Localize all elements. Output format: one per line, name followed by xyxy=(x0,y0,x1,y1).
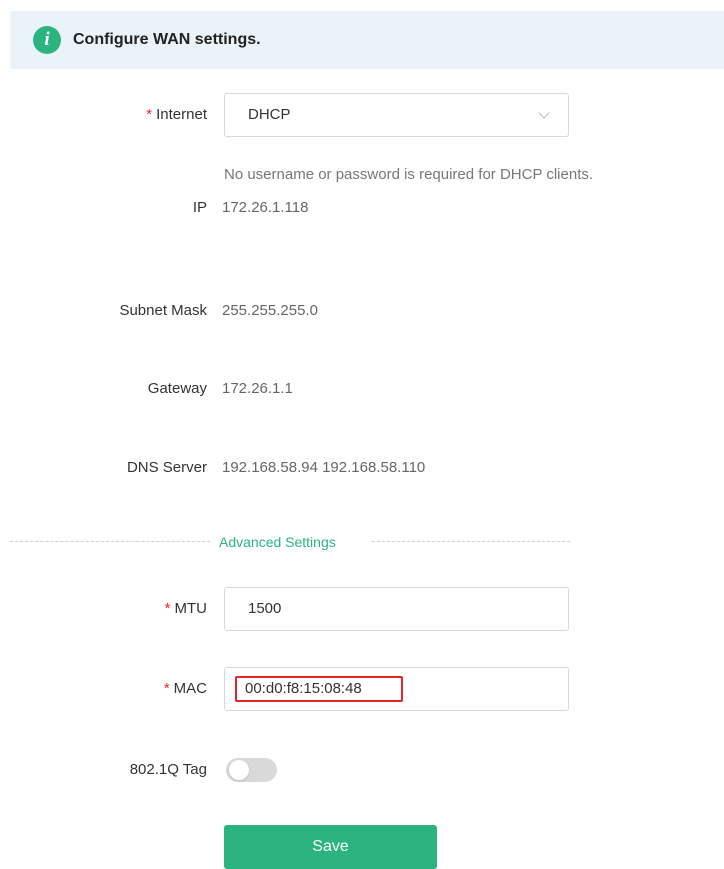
mac-label: * MAC xyxy=(163,680,207,697)
mtu-input-value: 1500 xyxy=(248,600,282,617)
dns-row: DNS Server 192.168.58.94 192.168.58.110 xyxy=(0,446,724,490)
info-banner: i Configure WAN settings. xyxy=(10,11,724,69)
internet-row: * Internet DHCP xyxy=(0,93,724,137)
internet-select-value: DHCP xyxy=(248,106,291,123)
ip-value: 172.26.1.118 xyxy=(222,199,309,216)
divider-line-right xyxy=(372,541,570,542)
dns-server-label: DNS Server xyxy=(126,459,207,476)
subnet-mask-label: Subnet Mask xyxy=(119,302,207,319)
gateway-row: Gateway 172.26.1.1 xyxy=(0,367,724,411)
ip-label: IP xyxy=(192,199,207,216)
mtu-label: * MTU xyxy=(164,600,207,617)
divider-line-left xyxy=(10,541,210,542)
mtu-row: * MTU 1500 xyxy=(0,587,724,631)
mtu-input[interactable]: 1500 xyxy=(224,587,569,631)
advanced-settings-divider: Advanced Settings xyxy=(0,532,724,552)
required-mark: * xyxy=(164,600,171,617)
save-button[interactable]: Save xyxy=(224,825,437,869)
chevron-down-icon xyxy=(538,107,550,119)
internet-label: * Internet xyxy=(146,106,207,123)
mac-row: * MAC 00:d0:f8:15:08:48 xyxy=(0,667,724,711)
vlan-tag-row: 802.1Q Tag xyxy=(0,748,724,792)
subnet-mask-value: 255.255.255.0 xyxy=(222,302,318,319)
vlan-tag-toggle[interactable] xyxy=(226,758,277,782)
mac-input[interactable]: 00:d0:f8:15:08:48 xyxy=(224,667,569,711)
dns-server-value: 192.168.58.94 192.168.58.110 xyxy=(222,459,426,476)
info-icon: i xyxy=(33,26,61,54)
gateway-label: Gateway xyxy=(147,380,207,397)
mac-highlight-box: 00:d0:f8:15:08:48 xyxy=(235,676,403,702)
required-mark: * xyxy=(163,680,170,697)
gateway-value: 172.26.1.1 xyxy=(222,380,293,397)
vlan-tag-label: 802.1Q Tag xyxy=(129,761,207,778)
advanced-settings-label: Advanced Settings xyxy=(219,534,336,550)
mac-input-value: 00:d0:f8:15:08:48 xyxy=(245,680,362,697)
ip-row: IP 172.26.1.118 xyxy=(0,186,724,230)
internet-hint: No username or password is required for … xyxy=(224,166,594,183)
internet-select[interactable]: DHCP xyxy=(224,93,569,137)
toggle-knob xyxy=(229,760,249,780)
banner-text: Configure WAN settings. xyxy=(73,31,261,48)
required-mark: * xyxy=(146,106,153,123)
subnet-row: Subnet Mask 255.255.255.0 xyxy=(0,289,724,333)
